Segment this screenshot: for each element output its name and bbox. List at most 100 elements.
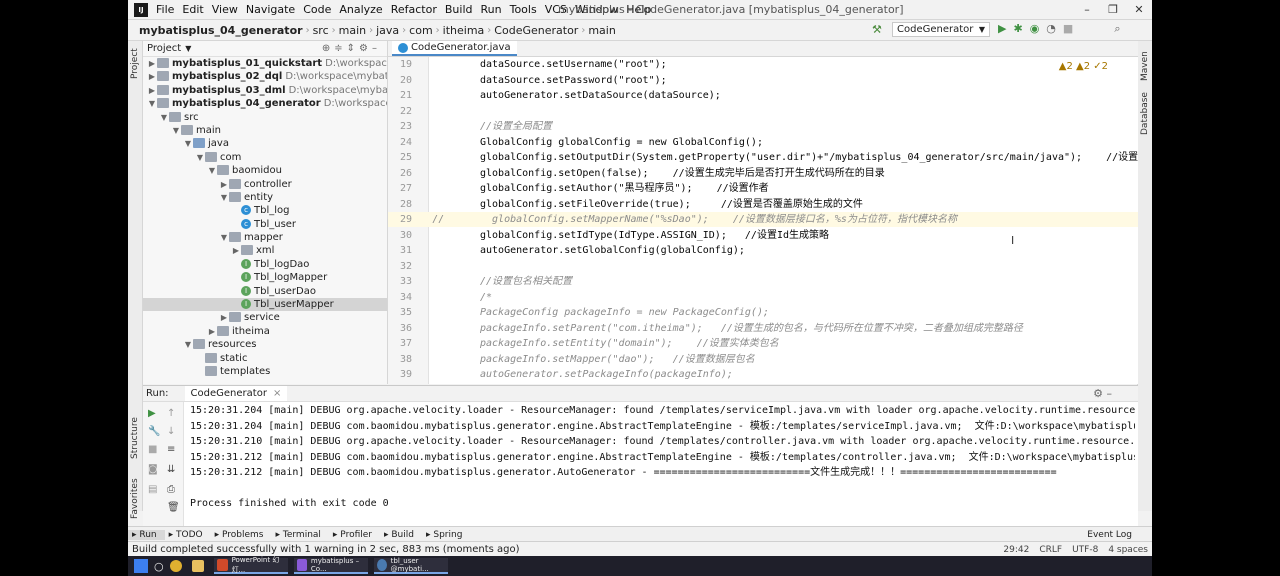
tree-item[interactable]: I Tbl_logMapper	[143, 271, 387, 284]
scroll-end-icon[interactable]: ⇊	[167, 464, 175, 475]
breadcrumb-item[interactable]: com	[406, 24, 436, 37]
chevron-icon[interactable]: ▶	[207, 325, 217, 338]
breadcrumb-item[interactable]: src	[310, 24, 332, 37]
scroll-down-icon[interactable]: ↓	[167, 426, 175, 437]
chevron-icon[interactable]: ▶	[147, 57, 157, 70]
tree-item[interactable]: ▼ entity	[143, 191, 387, 204]
minimize-icon[interactable]: –	[1074, 0, 1100, 19]
menu-item-run[interactable]: Run	[477, 3, 506, 16]
indent-setting[interactable]: 4 spaces	[1108, 545, 1148, 555]
project-tool-label[interactable]: Project	[130, 48, 140, 79]
run-tab-codegenerator[interactable]: CodeGenerator ×	[184, 386, 288, 401]
run-config-select[interactable]: CodeGenerator ▼	[892, 22, 990, 37]
stop-icon[interactable]: ■	[148, 444, 157, 455]
search-icon[interactable]: ⌕	[1114, 22, 1120, 36]
scroll-up-icon[interactable]: ↑	[167, 408, 175, 419]
menu-item-view[interactable]: View	[208, 3, 242, 16]
file-encoding[interactable]: UTF-8	[1072, 545, 1098, 555]
close-icon[interactable]: ×	[273, 388, 281, 399]
tree-item[interactable]: ▶ itheima	[143, 325, 387, 338]
taskbar-item-database[interactable]: tbl_user @mybati...	[373, 557, 448, 574]
profile-icon[interactable]: ◔	[1046, 22, 1056, 36]
chevron-icon[interactable]: ▼	[147, 97, 157, 110]
restore-icon[interactable]: ❐	[1100, 0, 1126, 19]
stop-icon[interactable]: ■	[1063, 22, 1073, 36]
chevron-icon[interactable]: ▼	[219, 191, 229, 204]
chevron-icon[interactable]: ▼	[159, 111, 169, 124]
tree-item[interactable]: ▶ controller	[143, 178, 387, 191]
debug-icon[interactable]: ✱	[1013, 22, 1022, 36]
tool-tab-terminal[interactable]: ▸ Terminal	[272, 530, 329, 540]
tree-item[interactable]: templates	[143, 365, 387, 378]
console-output[interactable]: 15:20:31.204 [main] DEBUG org.apache.vel…	[190, 403, 1135, 525]
hammer-icon[interactable]: ⚒	[872, 23, 882, 36]
chevron-icon[interactable]: ▶	[231, 244, 241, 257]
tree-item[interactable]: ▶ xml	[143, 244, 387, 257]
tree-item[interactable]: I Tbl_logDao	[143, 258, 387, 271]
tree-item[interactable]: I Tbl_userMapper	[143, 298, 387, 312]
tree-item[interactable]: ▶ mybatisplus_02_dqlD:\workspace\mybatisp…	[143, 70, 387, 83]
tree-item[interactable]: static	[143, 352, 387, 365]
gear-icon[interactable]: ⚙ –	[1093, 387, 1112, 400]
event-log-button[interactable]: Event Log	[1087, 530, 1132, 540]
run-icon[interactable]: ▶	[998, 22, 1006, 36]
database-tool-label[interactable]: Database	[1140, 92, 1150, 135]
breadcrumb-item[interactable]: main	[585, 24, 618, 37]
breadcrumb-item[interactable]: java	[373, 24, 402, 37]
favorites-tool-label[interactable]: Favorites	[130, 478, 140, 519]
wrench-icon[interactable]: 🔧	[148, 426, 160, 437]
rerun-icon[interactable]: ▶	[148, 408, 156, 419]
chevron-icon[interactable]: ▼	[207, 164, 217, 177]
chevron-icon[interactable]: ▶	[219, 178, 229, 191]
tree-item[interactable]: ▼ mapper	[143, 231, 387, 244]
tree-item[interactable]: c Tbl_user	[143, 218, 387, 231]
close-icon[interactable]: ✕	[1126, 0, 1152, 19]
tree-item[interactable]: ▼ com	[143, 151, 387, 164]
chevron-icon[interactable]: ▼	[171, 124, 181, 137]
chrome-icon[interactable]	[169, 558, 186, 574]
layout-icon[interactable]: ▤	[148, 484, 157, 495]
tool-tab-problems[interactable]: ▸ Problems	[211, 530, 272, 540]
tool-tab-profiler[interactable]: ▸ Profiler	[329, 530, 380, 540]
menu-item-navigate[interactable]: Navigate	[242, 3, 299, 16]
maven-tool-label[interactable]: Maven	[1140, 51, 1150, 81]
breadcrumb-item[interactable]: CodeGenerator	[491, 24, 581, 37]
camera-icon[interactable]: ◙	[148, 464, 158, 475]
taskbar-item-intellij[interactable]: mybatisplus – Co...	[293, 557, 368, 574]
breadcrumb-item[interactable]: itheima	[440, 24, 488, 37]
line-separator[interactable]: CRLF	[1039, 545, 1062, 555]
menu-item-build[interactable]: Build	[441, 3, 477, 16]
print-icon[interactable]: ⎙	[167, 484, 175, 495]
trash-icon[interactable]: 🗑	[167, 502, 180, 513]
caret-position[interactable]: 29:42	[1003, 545, 1029, 555]
menu-item-refactor[interactable]: Refactor	[387, 3, 441, 16]
tool-tab-todo[interactable]: ▸ TODO	[165, 530, 211, 540]
soft-wrap-icon[interactable]: ≡	[167, 444, 175, 455]
structure-tool-label[interactable]: Structure	[130, 417, 140, 459]
tree-item[interactable]: ▼ java	[143, 137, 387, 150]
menu-item-edit[interactable]: Edit	[178, 3, 207, 16]
windows-start-icon[interactable]	[134, 559, 148, 573]
chevron-icon[interactable]: ▼	[183, 338, 193, 351]
tree-item[interactable]: ▼ baomidou	[143, 164, 387, 177]
menu-item-file[interactable]: File	[152, 3, 178, 16]
chevron-icon[interactable]: ▼	[183, 137, 193, 150]
tree-item[interactable]: ▶ service	[143, 311, 387, 324]
panel-actions-icon[interactable]: ⊕≑⇕⚙–	[322, 43, 381, 54]
tree-item[interactable]: ▶ mybatisplus_03_dmlD:\workspace\mybatisp…	[143, 84, 387, 97]
menu-item-code[interactable]: Code	[299, 3, 335, 16]
breadcrumb-item[interactable]: mybatisplus_04_generator	[136, 24, 306, 37]
chevron-icon[interactable]: ▶	[219, 311, 229, 324]
menu-item-analyze[interactable]: Analyze	[335, 3, 386, 16]
tool-tab-spring[interactable]: ▸ Spring	[422, 530, 470, 540]
explorer-icon[interactable]	[191, 558, 208, 574]
chevron-icon[interactable]: ▼	[195, 151, 205, 164]
chevron-icon[interactable]: ▶	[147, 70, 157, 83]
tree-item[interactable]: ▼ src	[143, 111, 387, 124]
tree-item[interactable]: c Tbl_log	[143, 204, 387, 217]
tree-item[interactable]: ▼ main	[143, 124, 387, 137]
chevron-icon[interactable]: ▶	[147, 84, 157, 97]
chevron-icon[interactable]: ▼	[219, 231, 229, 244]
taskbar-item-powerpoint[interactable]: PowerPoint 幻灯...	[213, 556, 288, 574]
tree-item[interactable]: ▶ mybatisplus_01_quickstartD:\workspace\m…	[143, 57, 387, 70]
